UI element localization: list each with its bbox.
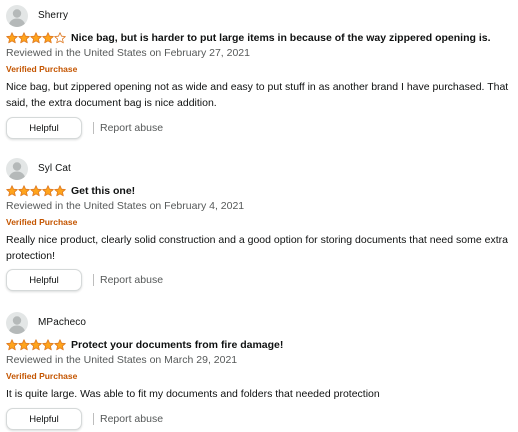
- review-body: Nice bag, but zippered opening not as wi…: [6, 81, 509, 109]
- star-filled-icon: [18, 185, 30, 197]
- verified-purchase-badge[interactable]: Verified Purchase: [6, 64, 77, 75]
- star-filled-icon: [42, 185, 54, 197]
- star-empty-icon: [54, 32, 66, 44]
- report-abuse-link[interactable]: Report abuse: [100, 413, 163, 426]
- reviewer-name[interactable]: Syl Cat: [38, 163, 71, 175]
- review-card: Sherry Nice bag, but is harder to put la…: [0, 5, 518, 140]
- review-profile[interactable]: Sherry: [6, 5, 68, 27]
- verified-purchase-badge[interactable]: Verified Purchase: [6, 217, 77, 228]
- review-actions: Helpful Report abuse: [6, 117, 163, 139]
- review-actions: Helpful Report abuse: [6, 408, 163, 430]
- report-abuse-link[interactable]: Report abuse: [100, 122, 163, 135]
- reviewer-name[interactable]: MPacheco: [38, 317, 86, 329]
- review-title[interactable]: Protect your documents from fire damage!: [71, 339, 283, 352]
- star-filled-icon: [42, 32, 54, 44]
- review-body: It is quite large. Was able to fit my do…: [6, 388, 380, 400]
- star-filled-icon: [54, 185, 66, 197]
- default-user-icon: [6, 158, 28, 180]
- review-card: MPacheco Protect your documents from fir…: [0, 312, 518, 430]
- helpful-button[interactable]: Helpful: [6, 117, 82, 139]
- report-abuse-link[interactable]: Report abuse: [100, 274, 163, 287]
- star-rating[interactable]: [6, 32, 66, 44]
- star-filled-icon: [30, 32, 42, 44]
- star-filled-icon: [6, 185, 18, 197]
- review-profile[interactable]: MPacheco: [6, 312, 86, 334]
- star-rating[interactable]: [6, 185, 66, 197]
- star-filled-icon: [18, 32, 30, 44]
- star-filled-icon: [54, 339, 66, 351]
- review-date: Reviewed in the United States on March 2…: [6, 354, 238, 366]
- star-filled-icon: [42, 339, 54, 351]
- review-card: Syl Cat Get this one! Reviewed in the Un…: [0, 158, 518, 293]
- review-date: Reviewed in the United States on Februar…: [6, 47, 250, 59]
- star-filled-icon: [30, 339, 42, 351]
- review-profile[interactable]: Syl Cat: [6, 158, 71, 180]
- divider: [93, 274, 94, 286]
- star-filled-icon: [6, 339, 18, 351]
- star-filled-icon: [30, 185, 42, 197]
- star-filled-icon: [6, 32, 18, 44]
- divider: [93, 413, 94, 425]
- reviews-list: Sherry Nice bag, but is harder to put la…: [0, 0, 518, 432]
- default-user-icon: [6, 312, 28, 334]
- review-actions: Helpful Report abuse: [6, 269, 163, 291]
- review-body: Really nice product, clearly solid const…: [6, 234, 508, 262]
- helpful-button[interactable]: Helpful: [6, 408, 82, 430]
- helpful-button[interactable]: Helpful: [6, 269, 82, 291]
- verified-purchase-badge[interactable]: Verified Purchase: [6, 371, 77, 382]
- reviewer-name[interactable]: Sherry: [38, 10, 68, 22]
- review-title[interactable]: Get this one!: [71, 185, 135, 198]
- default-user-icon: [6, 5, 28, 27]
- review-date: Reviewed in the United States on Februar…: [6, 200, 245, 212]
- divider: [93, 122, 94, 134]
- star-filled-icon: [18, 339, 30, 351]
- star-rating[interactable]: [6, 339, 66, 351]
- review-title[interactable]: Nice bag, but is harder to put large ite…: [71, 32, 491, 45]
